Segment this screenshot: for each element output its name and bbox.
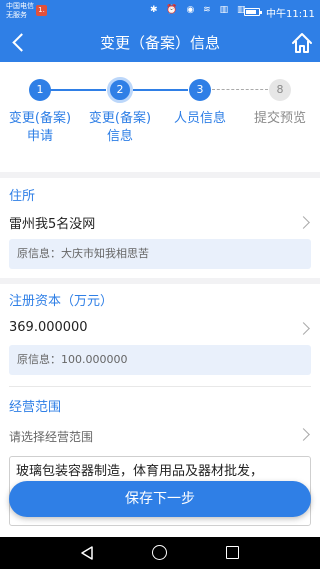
chevron-right-icon[interactable]: [297, 428, 310, 441]
notification-badge: 1.: [36, 5, 47, 16]
status-icons: ✱ ⏰ ◉ ≋ ▥ ▥: [150, 5, 249, 15]
nav-home-icon[interactable]: [152, 545, 167, 560]
step-connector: [212, 89, 268, 90]
status-bar: 中国电信 无服务 1. ✱ ⏰ ◉ ≋ ▥ ▥ 中午11:11: [0, 0, 320, 24]
carrier-name: 中国电信: [6, 2, 34, 10]
step-1-circle: 1: [29, 79, 51, 101]
page-title: 变更（备案）信息: [99, 34, 220, 52]
navbar: 变更（备案）信息: [0, 24, 320, 62]
step-3-circle: 3: [189, 79, 211, 101]
carrier-info: 中国电信 无服务: [6, 2, 34, 20]
step-connector: [133, 89, 188, 91]
divider: [9, 386, 311, 387]
progress-steps: 1 2 3 8 变更(备案) 申请 变更(备案) 信息 人员信息 提交预览: [0, 62, 320, 174]
step-1-label-line1: 变更(备案): [8, 111, 72, 126]
step-4-label: 提交预览: [240, 110, 320, 128]
step-2-circle: 2: [107, 77, 133, 103]
step-3-label: 人员信息: [160, 110, 240, 128]
address-original-info: 原信息：大庆市知我相思苦: [9, 239, 311, 269]
step-2-label: 变更(备案) 信息: [80, 110, 160, 146]
capital-value[interactable]: 369.000000: [9, 320, 88, 335]
step-connector: [50, 89, 106, 91]
section-gap: [0, 278, 320, 284]
capital-section-title: 注册资本（万元）: [9, 294, 114, 309]
step-4-label-line1: 提交预览: [253, 111, 306, 126]
step-4-circle: 8: [269, 79, 291, 101]
step-1-label-line2: 申请: [26, 129, 53, 144]
home-icon: [292, 33, 312, 53]
address-value[interactable]: 雷州我5名没网: [9, 213, 95, 232]
battery-level: [246, 10, 257, 14]
step-2-label-line1: 变更(备案): [88, 111, 152, 126]
section-gap: [0, 172, 320, 178]
clock: 中午11:11: [266, 9, 315, 20]
save-next-button[interactable]: 保存下一步: [9, 481, 311, 517]
home-button[interactable]: [288, 29, 316, 57]
capital-original-info: 原信息：100.000000: [9, 345, 311, 375]
step-1-label: 变更(备案) 申请: [0, 110, 80, 146]
battery-icon: [244, 8, 262, 16]
back-button[interactable]: [4, 28, 34, 58]
nav-recent-apps-icon[interactable]: [226, 546, 239, 559]
step-3-label-line1: 人员信息: [173, 111, 226, 126]
system-nav-bar: [0, 537, 320, 569]
address-section-title: 住所: [9, 189, 36, 204]
scope-section-title: 经营范围: [9, 400, 62, 415]
nav-back-icon[interactable]: [80, 546, 94, 560]
carrier-service: 无服务: [6, 11, 27, 19]
chevron-right-icon[interactable]: [297, 322, 310, 335]
step-2-label-line2: 信息: [106, 129, 133, 144]
chevron-right-icon[interactable]: [297, 216, 310, 229]
scope-select[interactable]: 请选择经营范围: [9, 428, 93, 445]
